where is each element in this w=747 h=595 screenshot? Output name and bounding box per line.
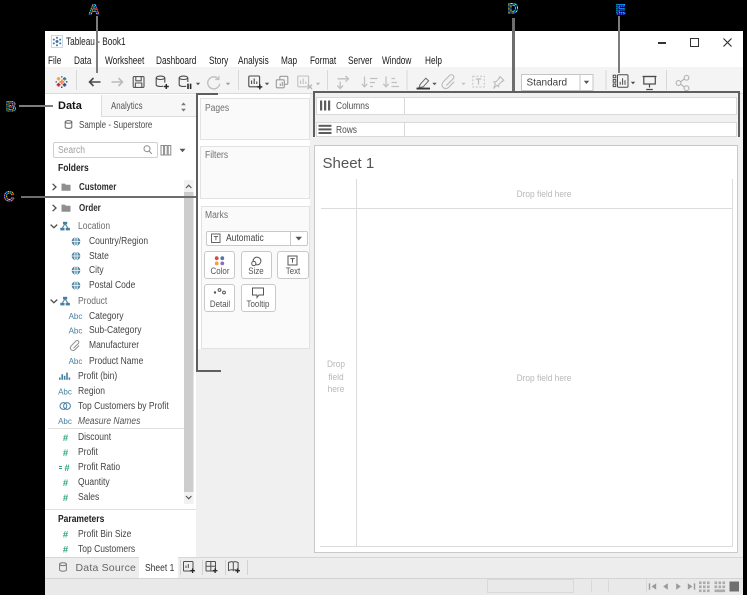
- svg-text:Abc: Abc: [58, 388, 72, 397]
- svg-text:C: C: [4, 188, 14, 204]
- svg-text:D: D: [508, 0, 518, 16]
- svg-text:Abc: Abc: [69, 357, 83, 366]
- svg-text:#: #: [63, 545, 69, 556]
- svg-text:#: #: [63, 448, 69, 459]
- svg-text:E: E: [616, 1, 625, 17]
- svg-text:A: A: [89, 1, 99, 17]
- svg-text:#: #: [63, 433, 69, 444]
- svg-text:#: #: [63, 478, 69, 489]
- svg-text:Abc: Abc: [69, 327, 83, 336]
- svg-text:B: B: [6, 98, 16, 114]
- svg-text:Abc: Abc: [58, 417, 72, 426]
- svg-text:#: #: [63, 530, 69, 541]
- svg-text:Standard: Standard: [527, 78, 568, 89]
- svg-text:#: #: [64, 463, 70, 474]
- svg-text:Abc: Abc: [69, 312, 83, 321]
- svg-text:#: #: [63, 493, 69, 504]
